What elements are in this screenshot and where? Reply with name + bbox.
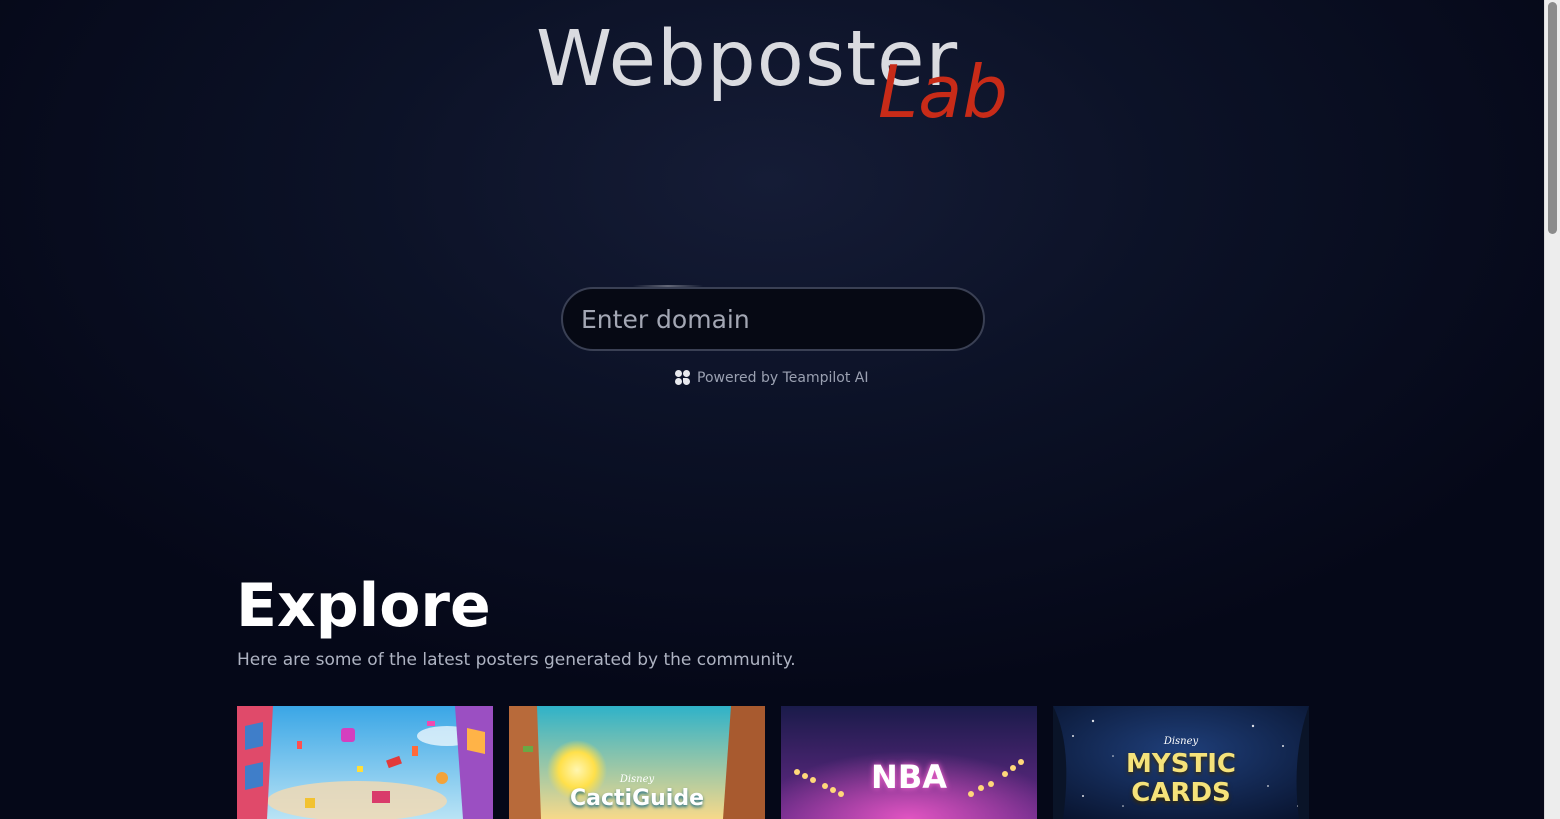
page: Webposter Lab Powered by Teampilot AI Ex… — [0, 0, 1560, 819]
poster-title: NBA — [871, 758, 947, 796]
poster-brand: Disney — [619, 774, 655, 785]
poster-card[interactable]: Disney MYSTIC CARDS — [1053, 706, 1309, 819]
domain-input[interactable] — [561, 287, 985, 351]
teampilot-logo-icon — [675, 370, 691, 386]
page-scrollbar[interactable] — [1544, 0, 1560, 819]
powered-by-label: Powered by Teampilot AI — [697, 370, 869, 386]
explore-heading: Explore — [236, 571, 491, 641]
poster-brand: Disney — [1163, 736, 1199, 747]
explore-subtitle: Here are some of the latest posters gene… — [237, 650, 796, 670]
poster-grid: Disney CactiGuide NBA Disney MYSTIC CARD… — [237, 706, 1309, 819]
poster-title: MYSTIC CARDS — [1126, 749, 1236, 808]
logo-suffix: Lab — [878, 50, 1008, 134]
poster-card[interactable] — [237, 706, 493, 819]
powered-by[interactable]: Powered by Teampilot AI — [675, 367, 868, 389]
poster-title: CactiGuide — [569, 786, 705, 811]
poster-card[interactable]: Disney CactiGuide — [509, 706, 765, 819]
poster-image — [237, 706, 493, 819]
poster-card[interactable]: NBA — [781, 706, 1037, 819]
site-logo[interactable]: Webposter Lab — [536, 14, 1016, 134]
scrollbar-thumb[interactable] — [1548, 2, 1557, 234]
domain-search-form — [561, 285, 985, 351]
input-glow-accent — [633, 285, 703, 287]
